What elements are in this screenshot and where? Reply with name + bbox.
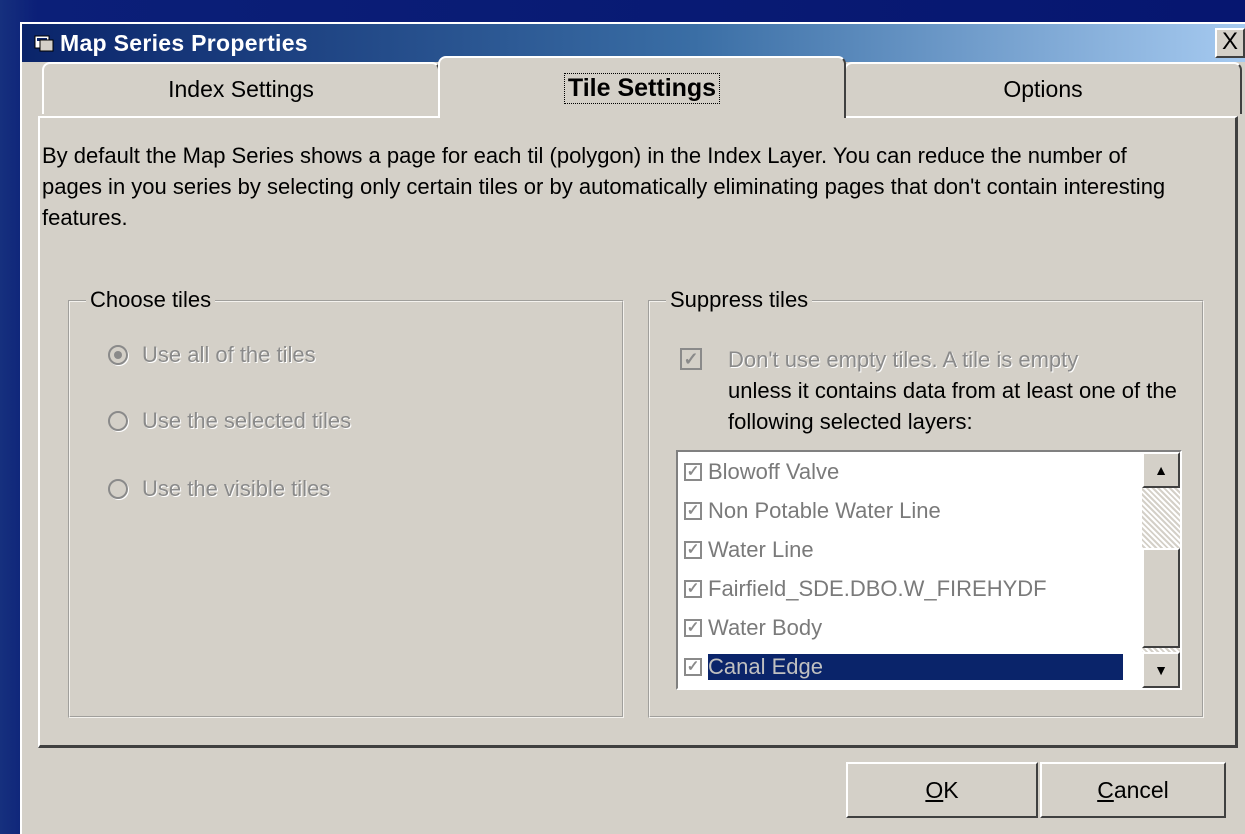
choose-tiles-label: Choose tiles [86, 287, 216, 313]
radio-use-visible-tiles[interactable]: Use the visible tiles [108, 476, 330, 502]
checkbox-label-disabled-part: Don't use empty tiles. A tile is empty [728, 347, 1079, 372]
checkbox-icon[interactable]: ✓ [684, 462, 702, 481]
checkbox-icon[interactable]: ✓ [684, 657, 702, 676]
suppress-tiles-group: Suppress tiles ✓ Don't use empty tiles. … [648, 287, 1204, 718]
description-text: By default the Map Series shows a page f… [42, 143, 1166, 230]
layer-label: Water Line [708, 536, 814, 562]
cancel-mnemonic: C [1097, 776, 1114, 803]
scrollbar-thumb[interactable] [1142, 548, 1180, 648]
layers-list: ✓ Blowoff Valve ✓ Non Potable Water Line… [678, 452, 1144, 686]
radio-button-icon [108, 411, 128, 431]
radio-button-icon [108, 479, 128, 499]
layers-listbox[interactable]: ✓ Blowoff Valve ✓ Non Potable Water Line… [676, 450, 1182, 690]
layer-label: Fairfield_SDE.DBO.W_FIREHYDF [708, 575, 1047, 601]
ok-button[interactable]: OK [846, 762, 1038, 818]
radio-label: Use the visible tiles [142, 476, 331, 501]
radio-label: Use the selected tiles [142, 408, 352, 433]
tab-options[interactable]: Options [844, 62, 1242, 114]
window-title: Map Series Properties [60, 30, 308, 56]
cancel-button[interactable]: Cancel [1040, 762, 1226, 818]
list-item[interactable]: ✓ Water Line [678, 530, 1144, 569]
layer-label: Non Potable Water Line [708, 497, 941, 523]
checkbox-icon[interactable]: ✓ [684, 501, 702, 520]
scroll-up-arrow-icon[interactable]: ▲ [1142, 452, 1180, 488]
ok-mnemonic: O [925, 776, 944, 803]
layer-label: Canal Edge [708, 653, 1123, 680]
layer-label: Water Body [708, 614, 823, 640]
vertical-scrollbar[interactable]: ▲ ▼ [1142, 452, 1180, 688]
list-item[interactable]: ✓ Blowoff Valve [678, 452, 1144, 491]
tab-index-settings-label: Index Settings [168, 75, 314, 102]
choose-tiles-group: Choose tiles Use all of the tiles Use th… [68, 287, 624, 718]
radio-use-selected-tiles[interactable]: Use the selected tiles [108, 408, 351, 434]
list-item-selected[interactable]: ✓ Canal Edge [678, 647, 1144, 686]
tab-tile-settings-label: Tile Settings [563, 72, 721, 104]
close-button[interactable]: X [1215, 28, 1245, 58]
radio-use-all-tiles[interactable]: Use all of the tiles [108, 342, 316, 368]
suppress-tiles-label: Suppress tiles [666, 287, 813, 313]
checkbox-icon[interactable]: ✓ [684, 540, 702, 559]
list-item[interactable]: ✓ Water Body [678, 608, 1144, 647]
checkbox-icon: ✓ [680, 348, 702, 370]
scroll-down-arrow-icon[interactable]: ▼ [1142, 652, 1180, 688]
cancel-label-rest: ancel [1113, 776, 1169, 803]
checkbox-icon[interactable]: ✓ [684, 618, 702, 637]
radio-label: Use all of the tiles [142, 342, 316, 367]
layer-label: Blowoff Valve [708, 458, 840, 484]
tab-tile-settings[interactable]: Tile Settings [438, 56, 846, 118]
dont-use-empty-tiles-checkbox[interactable]: ✓ Don't use empty tiles. A tile is empty… [680, 344, 1200, 437]
checkbox-label: Don't use empty tiles. A tile is empty u… [680, 344, 1200, 437]
tab-options-label: Options [1003, 75, 1083, 102]
checkbox-label-rest: unless it contains data from at least on… [728, 378, 1177, 434]
window-icon [34, 35, 54, 52]
list-item[interactable]: ✓ Non Potable Water Line [678, 491, 1144, 530]
checkbox-icon[interactable]: ✓ [684, 579, 702, 598]
tab-index-settings[interactable]: Index Settings [42, 62, 440, 114]
ok-label-rest: K [943, 776, 959, 803]
radio-button-icon [108, 345, 128, 365]
list-item[interactable]: ✓ Fairfield_SDE.DBO.W_FIREHYDF [678, 569, 1144, 608]
